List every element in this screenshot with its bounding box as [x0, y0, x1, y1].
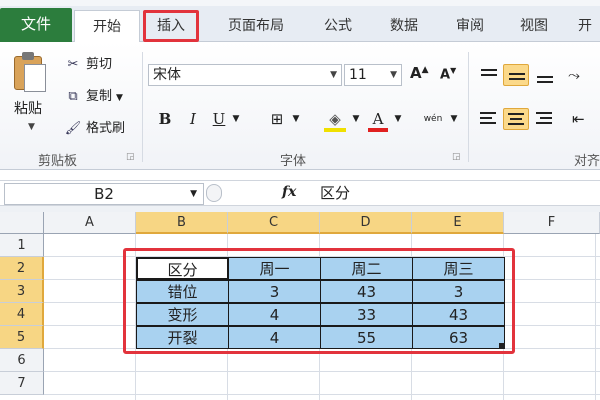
paste-dropdown-icon[interactable]: ▼ — [28, 122, 35, 132]
tab-file[interactable]: 文件 — [0, 8, 72, 42]
align-top-button[interactable] — [476, 64, 502, 86]
align-right-button[interactable] — [532, 108, 558, 130]
grow-font-icon: A — [410, 64, 422, 82]
column-header-d[interactable]: D — [320, 212, 412, 234]
name-box-value: B2 — [94, 185, 114, 203]
align-middle-button[interactable] — [503, 64, 529, 86]
formula-bar: B2 ▼ fx 区分 — [0, 180, 600, 206]
underline-dropdown-icon[interactable]: ▼ — [230, 108, 242, 130]
row-header-6[interactable]: 6 — [0, 349, 44, 372]
row-header-7[interactable]: 7 — [0, 372, 44, 395]
row-header-4[interactable]: 4 — [0, 303, 44, 326]
copy-icon: ⧉ — [68, 89, 78, 104]
row-header-5[interactable]: 5 — [0, 326, 44, 349]
column-header-c[interactable]: C — [228, 212, 320, 234]
font-size-select[interactable]: 11 ▼ — [344, 64, 402, 86]
font-name-select[interactable]: 宋体 ▼ — [148, 64, 342, 86]
font-color-dropdown-icon[interactable]: ▼ — [392, 108, 404, 130]
format-painter-label: 格式刷 — [86, 121, 126, 136]
cut-label: 剪切 — [86, 57, 113, 72]
copy-button[interactable]: ⧉ 复制 ▼ — [64, 86, 123, 108]
font-launcher-icon[interactable]: ◲ — [452, 152, 461, 162]
fill-handle[interactable] — [499, 343, 505, 349]
grow-font-button[interactable]: A▲ — [410, 64, 429, 82]
font-color-button[interactable]: A — [366, 108, 390, 132]
row-header-2[interactable]: 2 — [0, 257, 44, 280]
column-header-e[interactable]: E — [412, 212, 504, 234]
tab-developer-partial[interactable]: 开 — [578, 10, 600, 42]
format-painter-button[interactable]: 🖌 格式刷 — [64, 118, 125, 140]
paste-button[interactable]: 粘贴 — [14, 98, 42, 118]
fill-color-button[interactable]: ◈ — [322, 108, 348, 132]
alignment-group-label: 对齐 — [574, 154, 600, 169]
borders-dropdown-icon[interactable]: ▼ — [290, 108, 302, 130]
paste-icon[interactable] — [14, 52, 48, 92]
tab-data[interactable]: 数据 — [378, 10, 430, 42]
font-color-icon: A — [372, 110, 384, 128]
tab-home[interactable]: 开始 — [74, 10, 140, 43]
scissors-icon: ✂ — [67, 57, 79, 72]
select-all-corner[interactable] — [0, 212, 44, 234]
group-separator — [142, 52, 143, 162]
name-box[interactable]: B2 ▼ — [4, 183, 204, 205]
tab-formulas[interactable]: 公式 — [312, 10, 364, 42]
align-bottom-button[interactable] — [532, 64, 558, 86]
fill-color-dropdown-icon[interactable]: ▼ — [350, 108, 362, 130]
italic-button[interactable]: I — [184, 108, 202, 130]
column-header-b[interactable]: B — [136, 212, 228, 234]
tab-insert[interactable]: 插入 — [143, 10, 199, 42]
phonetic-guide-button[interactable]: wén — [420, 108, 446, 130]
row-header-1[interactable]: 1 — [0, 234, 44, 257]
font-group-label: 字体 — [280, 154, 307, 169]
chevron-down-icon: ▼ — [330, 70, 337, 80]
orientation-icon[interactable]: ⤳ — [568, 64, 580, 86]
title-strip — [0, 0, 600, 6]
font-size-value: 11 — [349, 67, 367, 83]
phonetic-dropdown-icon[interactable]: ▼ — [448, 108, 460, 130]
bold-button[interactable]: B — [156, 108, 174, 130]
phonetic-icon: wén — [423, 114, 443, 124]
ribbon-home: 粘贴 ▼ ✂ 剪切 ⧉ 复制 ▼ 🖌 格式刷 剪贴板 ◲ 宋体 ▼ 11 ▼ A▲ A▼… — [0, 42, 600, 170]
chevron-down-icon: ▼ — [390, 70, 397, 80]
shrink-font-icon: A — [440, 67, 451, 83]
borders-icon[interactable]: ⊞ — [266, 108, 288, 130]
column-header-f[interactable]: F — [504, 212, 600, 234]
group-separator — [468, 52, 469, 162]
clipboard-launcher-icon[interactable]: ◲ — [126, 152, 135, 162]
font-name-value: 宋体 — [153, 67, 181, 83]
formula-bar-splitter[interactable] — [206, 184, 222, 202]
shrink-font-button[interactable]: A▼ — [440, 66, 456, 82]
ribbon-tab-bar: 文件 开始 插入 页面布局 公式 数据 审阅 视图 开 — [0, 0, 600, 43]
column-header-a[interactable]: A — [44, 212, 136, 234]
chevron-down-icon: ▼ — [190, 189, 197, 199]
formula-input[interactable]: 区分 — [320, 183, 350, 203]
underline-button[interactable]: U — [210, 108, 228, 130]
cut-button[interactable]: ✂ 剪切 — [64, 54, 112, 76]
format-painter-icon: 🖌 — [64, 121, 82, 136]
copy-dropdown-icon[interactable]: ▼ — [116, 93, 123, 103]
tab-page-layout[interactable]: 页面布局 — [214, 10, 298, 42]
clipboard-group-label: 剪贴板 — [38, 154, 78, 169]
align-center-button[interactable] — [503, 108, 529, 130]
copy-label: 复制 — [86, 89, 113, 104]
row-header-3[interactable]: 3 — [0, 280, 44, 303]
table-highlight-box — [123, 248, 515, 354]
paint-bucket-icon: ◈ — [329, 110, 341, 128]
align-left-button[interactable] — [476, 108, 502, 130]
tab-review[interactable]: 审阅 — [444, 10, 496, 42]
insert-function-icon[interactable]: fx — [282, 184, 296, 200]
indent-icon[interactable]: ⇤ — [572, 108, 585, 130]
tab-view[interactable]: 视图 — [508, 10, 560, 42]
